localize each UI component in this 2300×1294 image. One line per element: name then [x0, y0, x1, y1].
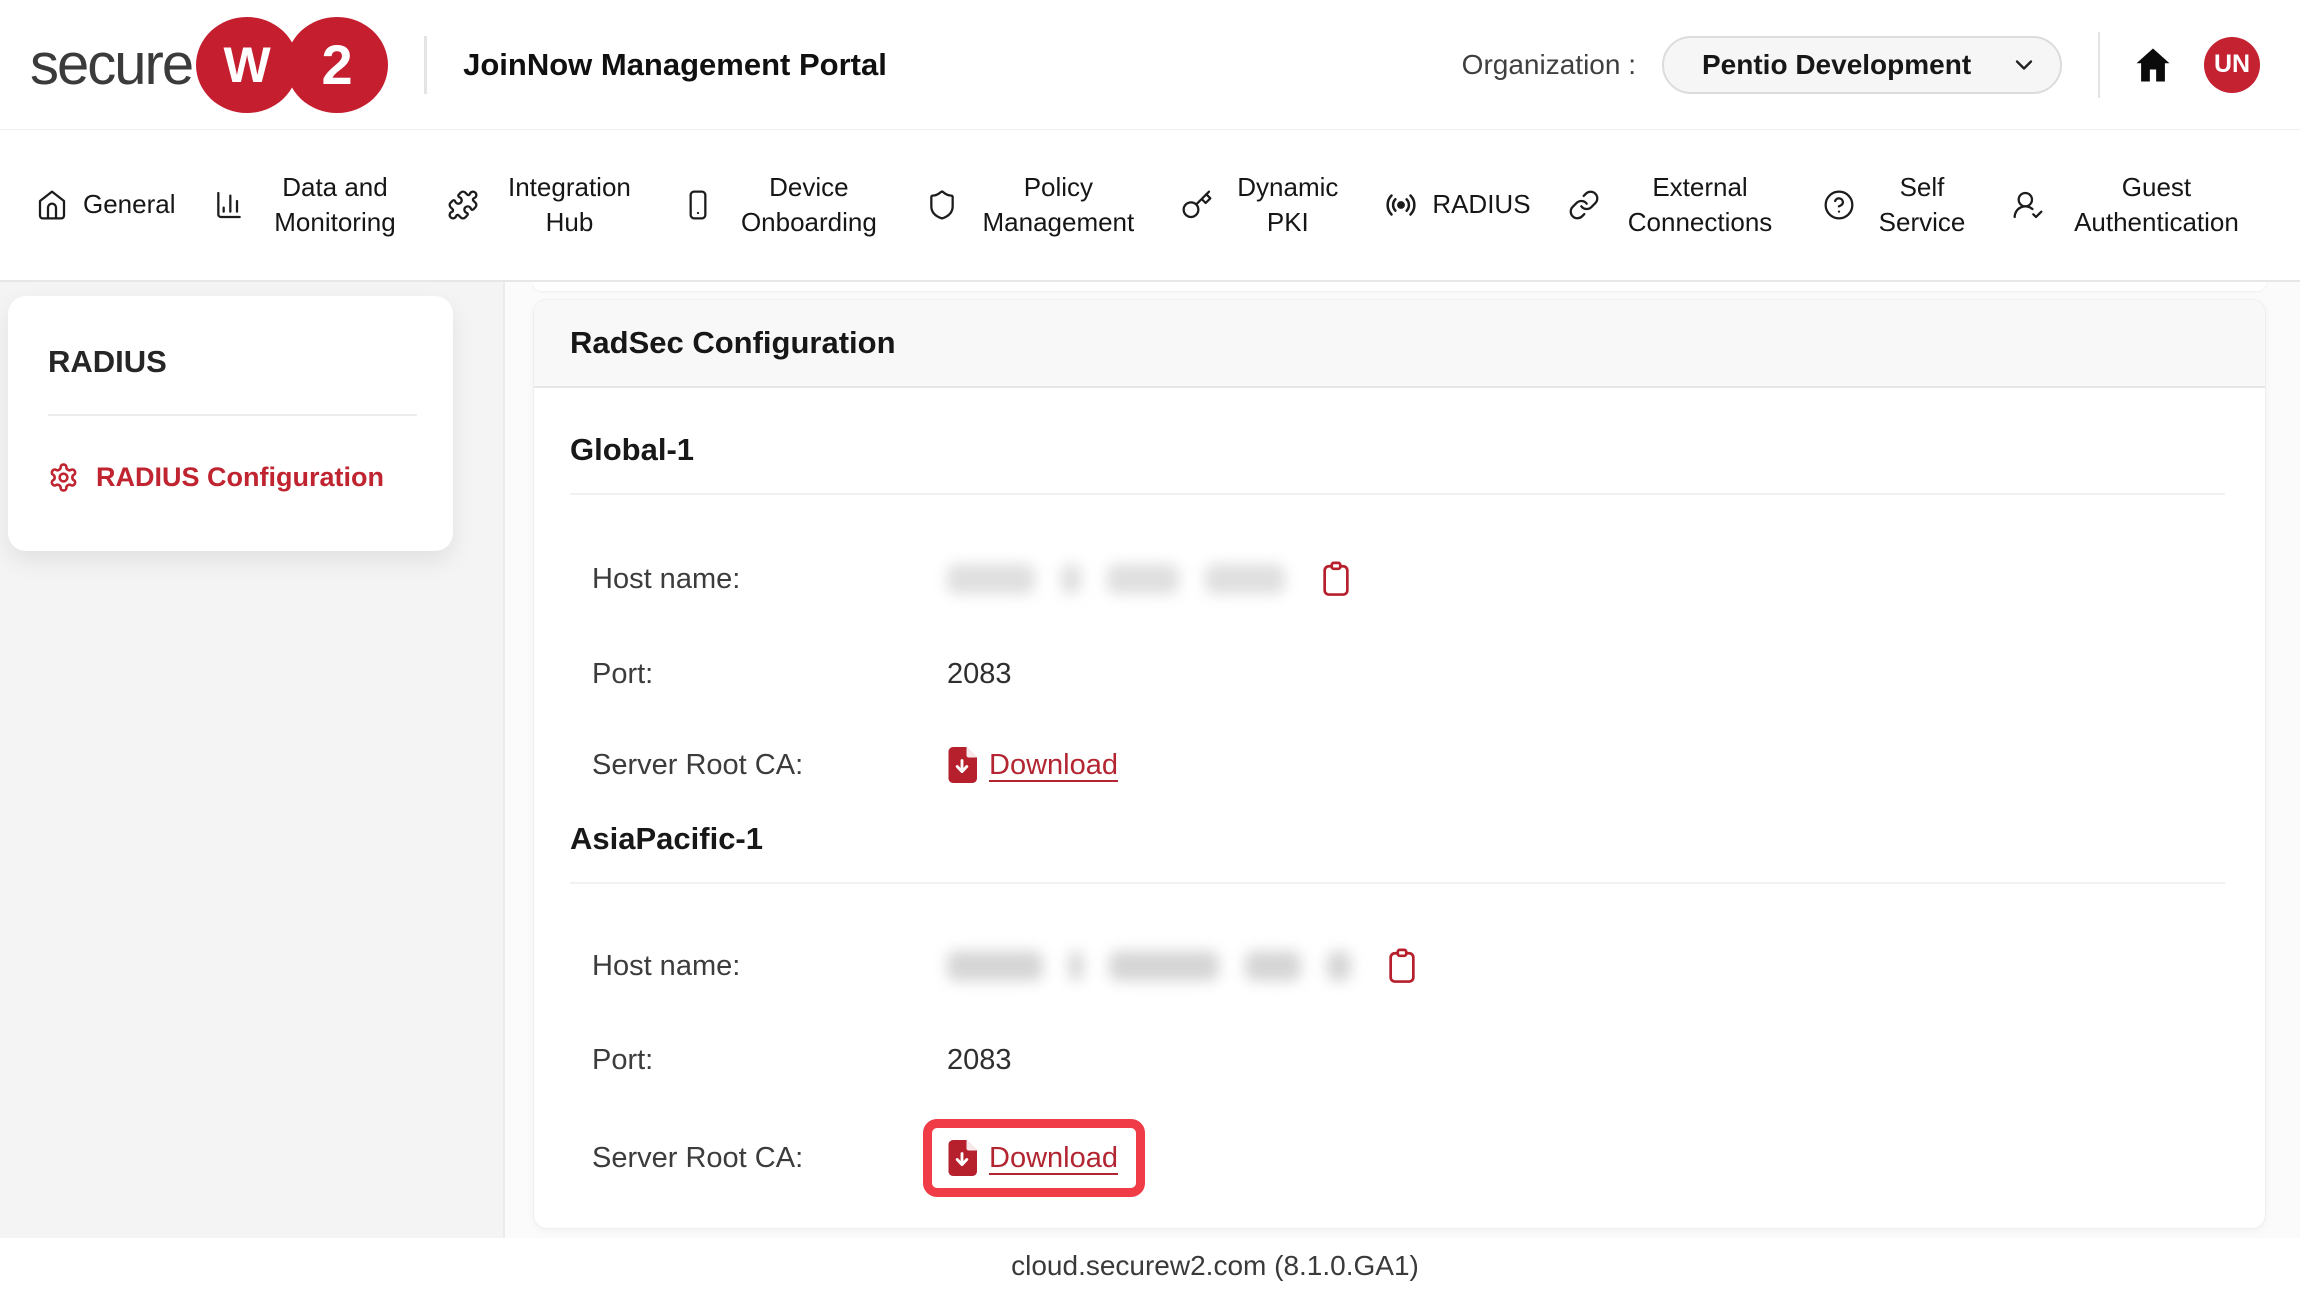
chevron-down-icon [2010, 51, 2038, 79]
user-avatar[interactable]: UN [2204, 37, 2260, 93]
home-button[interactable] [2130, 42, 2176, 88]
organization-selected-value: Pentio Development [1702, 49, 1971, 81]
main-navigation: General Data and Monitoring Integration … [0, 130, 2300, 282]
host-name-label: Host name: [592, 950, 947, 983]
top-header: secure W 2 JoinNow Management Portal Org… [0, 0, 2300, 130]
sidebar-title: RADIUS [48, 344, 417, 380]
nav-label: General [83, 187, 176, 222]
help-circle-icon [1823, 189, 1855, 221]
joinnow-portal-page: secure W 2 JoinNow Management Portal Org… [0, 0, 2300, 1294]
card-body: Global-1 Host name: [534, 432, 2265, 1197]
logo-w-circle: W [196, 17, 298, 113]
portal-title: JoinNow Management Portal [463, 47, 887, 83]
nav-item-device-onboarding[interactable]: Device Onboarding [682, 170, 889, 240]
host-name-label: Host name: [592, 563, 947, 596]
nav-label: External Connections [1615, 170, 1785, 240]
server-root-ca-label: Server Root CA: [592, 1142, 947, 1175]
download-link-global-1[interactable]: Download [947, 747, 1118, 783]
nav-item-radius[interactable]: RADIUS [1385, 187, 1530, 222]
home-icon [36, 189, 68, 221]
sidebar-card: RADIUS RADIUS Configuration [8, 296, 453, 551]
page-footer: cloud.securew2.com (8.1.0.GA1) [0, 1238, 2300, 1294]
nav-item-dynamic-pki[interactable]: Dynamic PKI [1181, 170, 1348, 240]
bar-chart-icon [213, 189, 245, 221]
shield-icon [926, 189, 958, 221]
link-icon [1568, 189, 1600, 221]
section-title-global-1: Global-1 [570, 432, 2225, 468]
nav-label: Dynamic PKI [1228, 170, 1348, 240]
previous-card-edge [533, 282, 2266, 291]
nav-item-data-and-monitoring[interactable]: Data and Monitoring [213, 170, 410, 240]
nav-label: Self Service [1870, 170, 1975, 240]
port-label: Port: [592, 1044, 947, 1077]
server-root-ca-row: Server Root CA: Download [592, 1119, 2225, 1197]
clipboard-icon [1319, 559, 1353, 599]
radsec-configuration-card: RadSec Configuration Global-1 Host name: [533, 299, 2266, 1229]
sidebar-item-radius-configuration[interactable]: RADIUS Configuration [48, 462, 417, 493]
left-sidebar: RADIUS RADIUS Configuration [0, 282, 505, 1238]
nav-label: Integration Hub [494, 170, 644, 240]
nav-item-integration-hub[interactable]: Integration Hub [447, 170, 644, 240]
nav-item-external-connections[interactable]: External Connections [1568, 170, 1785, 240]
key-icon [1181, 189, 1213, 221]
section-divider [570, 882, 2225, 884]
nav-item-guest-authentication[interactable]: Guest Authentication [2012, 170, 2254, 240]
section-title-asiapacific-1: AsiaPacific-1 [570, 821, 2225, 857]
server-root-ca-label: Server Root CA: [592, 749, 947, 782]
gear-icon [48, 462, 79, 493]
file-download-icon [947, 747, 977, 783]
radio-waves-icon [1385, 189, 1417, 221]
brand: secure W 2 JoinNow Management Portal [30, 17, 887, 113]
smartphone-icon [682, 189, 714, 221]
download-link-asiapacific-1[interactable]: Download [947, 1140, 1118, 1176]
section-divider [570, 493, 2225, 495]
card-header: RadSec Configuration [534, 300, 2265, 388]
home-solid-icon [2132, 44, 2174, 86]
footer-version-text: cloud.securew2.com (8.1.0.GA1) [1011, 1250, 1419, 1282]
securew2-logo: secure W 2 [30, 17, 388, 113]
sidebar-divider [48, 414, 417, 416]
server-root-ca-row: Server Root CA: Download [592, 747, 2225, 783]
header-actions: Organization : Pentio Development UN [1462, 32, 2260, 98]
nav-item-policy-management[interactable]: Policy Management [926, 170, 1143, 240]
copy-to-clipboard-button[interactable] [1319, 559, 1353, 599]
organization-select[interactable]: Pentio Development [1662, 36, 2062, 94]
nav-label: RADIUS [1432, 187, 1530, 222]
nav-item-general[interactable]: General [36, 187, 176, 222]
user-check-icon [2012, 189, 2044, 221]
port-value: 2083 [947, 658, 1012, 691]
card-title: RadSec Configuration [570, 325, 896, 360]
logo-text: secure [30, 31, 192, 98]
port-row: Port: 2083 [592, 658, 2225, 691]
header-divider-2 [2098, 32, 2100, 98]
clipboard-icon [1385, 946, 1419, 986]
host-name-value-redacted [947, 557, 1285, 601]
logo-2-circle: 2 [286, 17, 388, 113]
nav-label: Data and Monitoring [260, 170, 410, 240]
organization-label: Organization : [1462, 49, 1636, 81]
nav-label: Guest Authentication [2059, 170, 2254, 240]
port-row: Port: 2083 [592, 1044, 2225, 1077]
nav-label: Device Onboarding [729, 170, 889, 240]
host-name-value-redacted [947, 944, 1351, 988]
port-value: 2083 [947, 1044, 1012, 1077]
port-label: Port: [592, 658, 947, 691]
header-divider [424, 36, 427, 94]
download-link-label: Download [989, 749, 1118, 782]
body-region: RADIUS RADIUS Configuration RadSec Confi… [0, 282, 2300, 1238]
host-name-row: Host name: [592, 557, 2225, 601]
main-content: RadSec Configuration Global-1 Host name: [505, 282, 2300, 1238]
red-highlight-annotation: Download [923, 1119, 1145, 1197]
sidebar-item-label: RADIUS Configuration [96, 462, 384, 493]
nav-item-self-service[interactable]: Self Service [1823, 170, 1975, 240]
file-download-icon [947, 1140, 977, 1176]
nav-label: Policy Management [973, 170, 1143, 240]
puzzle-icon [447, 189, 479, 221]
copy-to-clipboard-button[interactable] [1385, 946, 1419, 986]
host-name-row: Host name: [592, 944, 2225, 988]
download-link-label: Download [989, 1142, 1118, 1175]
